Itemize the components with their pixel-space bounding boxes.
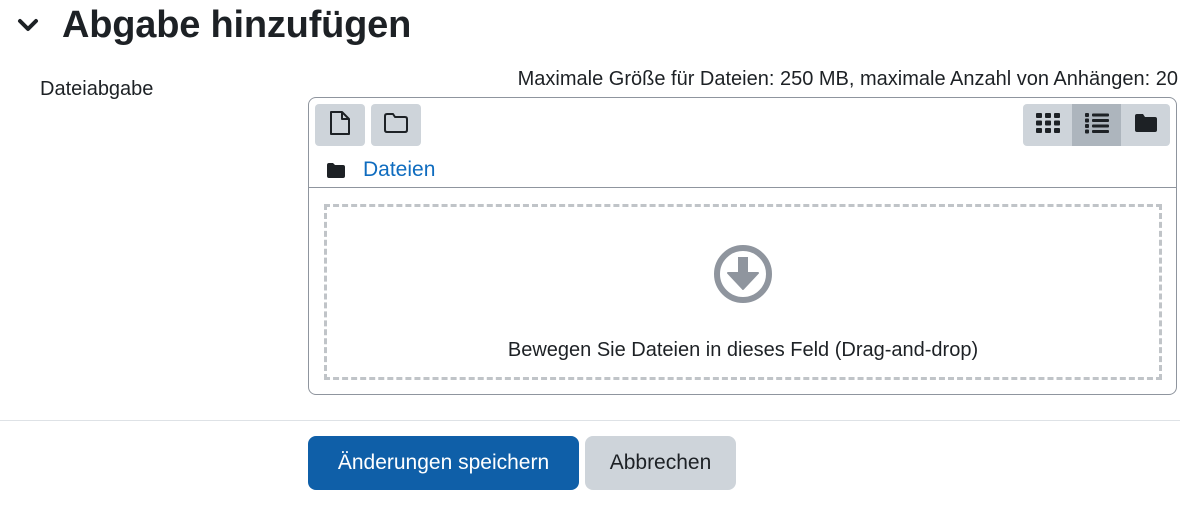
folder-tree-icon [1134,113,1158,138]
drop-zone-text: Bewegen Sie Dateien in dieses Feld (Drag… [507,339,979,361]
tree-view-button[interactable] [1121,104,1170,146]
list-icon [1084,112,1110,139]
drop-zone[interactable]: Bewegen Sie Dateien in dieses Feld (Drag… [324,204,1162,380]
section-title: Abgabe hinzufügen [62,3,412,46]
view-mode-toggle [1023,104,1170,146]
save-changes-button[interactable]: Änderungen speichern [308,436,579,490]
section-header: Abgabe hinzufügen [14,0,411,50]
breadcrumb: Dateien [327,156,435,184]
file-limits-text: Maximale Größe für Dateien: 250 MB, maxi… [517,68,1178,90]
form-divider [0,420,1180,421]
field-label: Dateiabgabe [40,78,154,100]
grid-icon [1035,112,1061,139]
file-manager: Dateien Bewegen Sie Dateien in dieses Fe… [308,97,1177,395]
list-view-button[interactable] [1072,104,1121,146]
circle-arrow-down-icon [712,243,774,305]
cancel-button[interactable]: Abbrechen [585,436,736,490]
chevron-down-icon[interactable] [14,11,42,39]
add-file-button[interactable] [315,104,365,146]
breadcrumb-link-files[interactable]: Dateien [363,158,435,182]
grid-view-button[interactable] [1023,104,1072,146]
file-icon [329,110,351,141]
file-manager-divider [309,187,1176,188]
create-folder-button[interactable] [371,104,421,146]
folder-icon [327,161,347,179]
folder-outline-icon [383,112,409,139]
